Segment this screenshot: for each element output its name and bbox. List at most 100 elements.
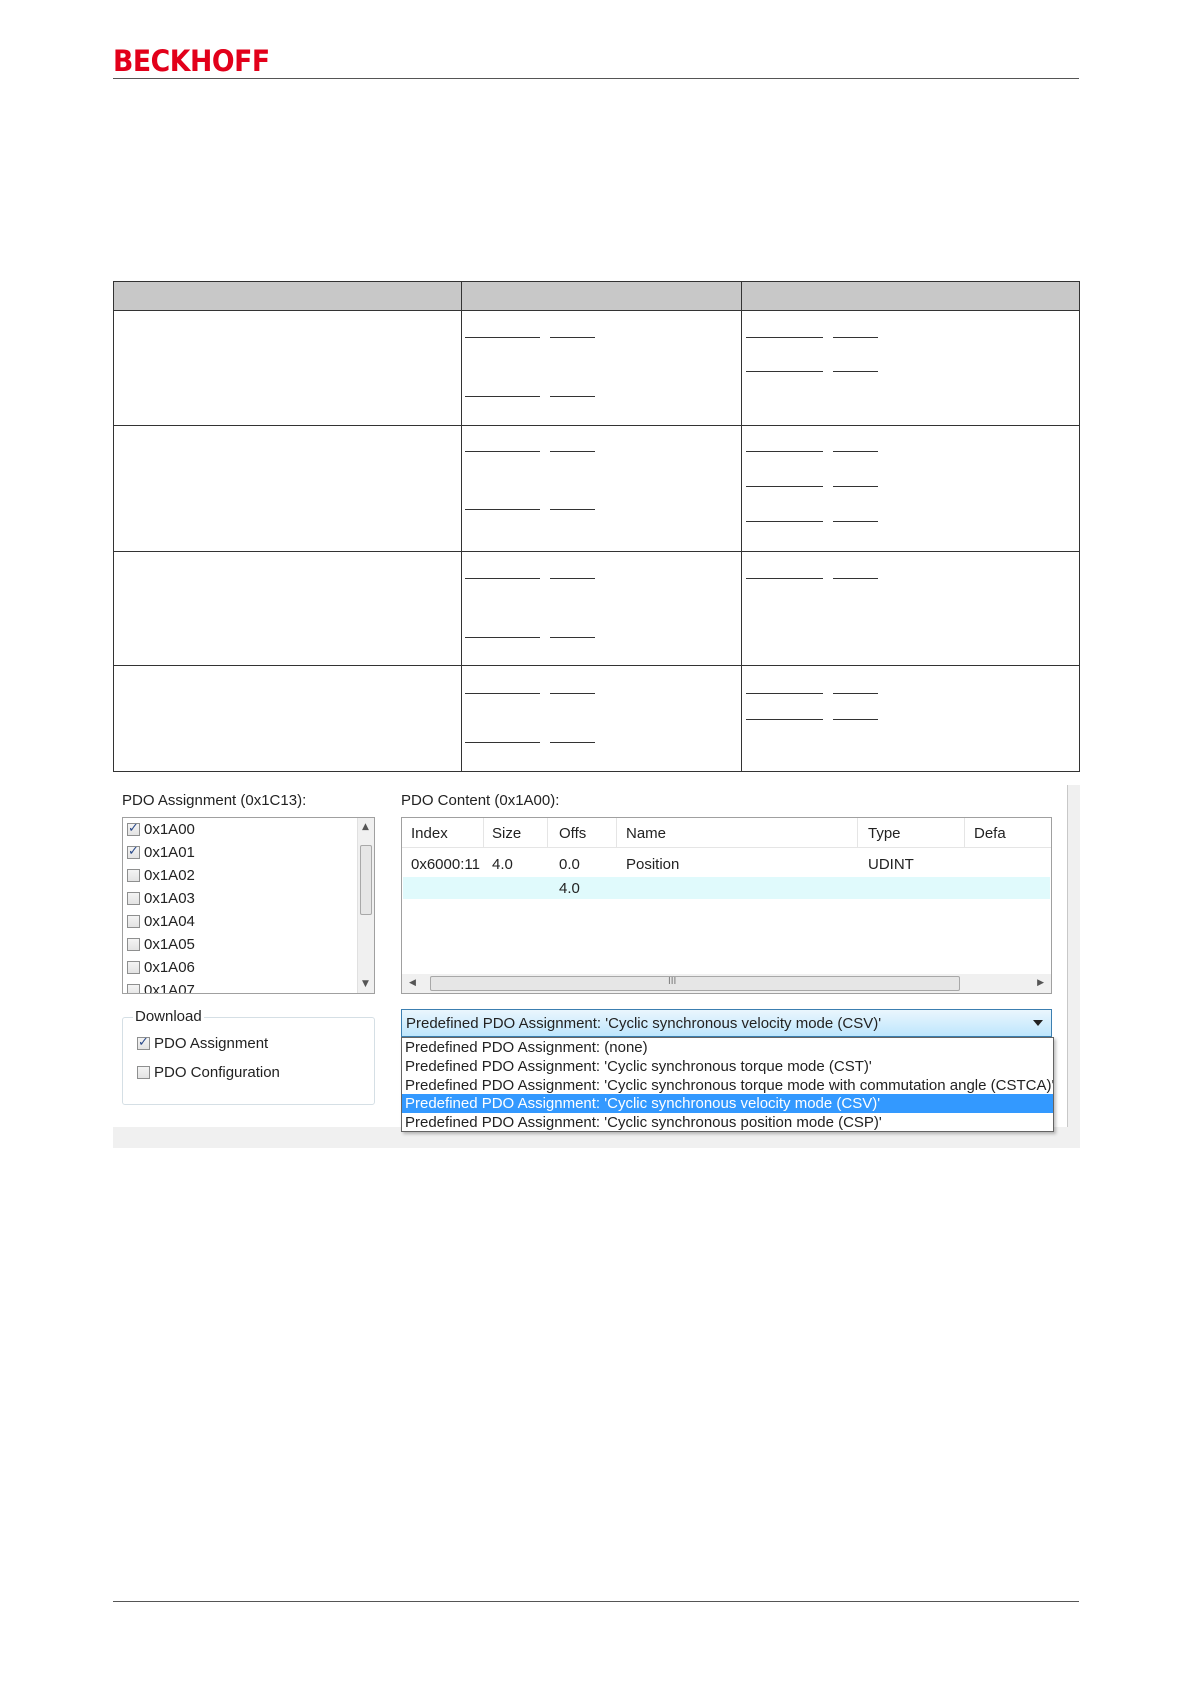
row-offs[interactable]: 4.0 <box>559 880 580 897</box>
scroll-left-arrow-icon[interactable]: ◀ <box>409 978 416 988</box>
pdo-content-grid[interactable]: Index Size Offs Name Type Defa 0x6000:11… <box>401 817 1052 994</box>
checkbox-checked-icon[interactable] <box>127 844 140 859</box>
list-item[interactable]: 0x1A03 <box>127 887 195 909</box>
checkbox-icon[interactable] <box>137 1065 150 1079</box>
checkbox-icon[interactable] <box>127 960 140 974</box>
grip-icon: III <box>668 976 677 987</box>
link-placeholder[interactable] <box>550 578 595 579</box>
list-item[interactable]: 0x1A01 <box>127 841 195 863</box>
pdo-assignment-download-checkbox[interactable]: PDO Assignment <box>137 1032 268 1054</box>
header-rule <box>113 78 1079 79</box>
link-placeholder[interactable] <box>746 486 823 487</box>
list-item-label: 0x1A05 <box>144 935 195 953</box>
link-placeholder[interactable] <box>833 486 878 487</box>
list-item[interactable]: 0x1A07 <box>127 979 195 993</box>
table-row-divider <box>114 551 1079 552</box>
column-header-default[interactable]: Defa <box>974 825 1006 842</box>
scroll-down-arrow-icon[interactable]: ▼ <box>362 979 369 989</box>
list-item-label: 0x1A01 <box>144 843 195 861</box>
link-placeholder[interactable] <box>465 396 540 397</box>
predefined-pdo-combobox[interactable]: Predefined PDO Assignment: 'Cyclic synch… <box>401 1009 1052 1037</box>
dropdown-option[interactable]: Predefined PDO Assignment: (none) <box>402 1038 1053 1057</box>
scroll-right-arrow-icon[interactable]: ▶ <box>1037 978 1044 988</box>
pdo-assignment-list[interactable]: 0x1A00 0x1A01 0x1A02 0x1A03 0x1A04 0x1A0… <box>122 817 375 994</box>
column-header-type[interactable]: Type <box>868 825 901 842</box>
row-size[interactable]: 4.0 <box>492 856 513 873</box>
link-placeholder[interactable] <box>550 451 595 452</box>
row-type[interactable]: UDINT <box>868 856 914 873</box>
dropdown-option[interactable]: Predefined PDO Assignment: 'Cyclic synch… <box>402 1113 1053 1131</box>
link-placeholder[interactable] <box>833 337 878 338</box>
process-data-pane: PDO Assignment (0x1C13): 0x1A00 0x1A01 0… <box>113 785 1067 1132</box>
row-offs[interactable]: 0.0 <box>559 856 580 873</box>
link-placeholder[interactable] <box>746 337 823 338</box>
link-placeholder[interactable] <box>550 742 595 743</box>
checkbox-checked-icon[interactable] <box>127 821 140 836</box>
link-placeholder[interactable] <box>465 742 540 743</box>
link-placeholder[interactable] <box>833 719 878 720</box>
link-placeholder[interactable] <box>465 509 540 510</box>
checkbox-icon[interactable] <box>127 868 140 882</box>
pdo-content-label: PDO Content (0x1A00): <box>401 792 560 809</box>
row-name[interactable]: Position <box>626 856 679 873</box>
column-header-name[interactable]: Name <box>626 825 666 842</box>
dropdown-option[interactable]: Predefined PDO Assignment: 'Cyclic synch… <box>402 1076 1053 1095</box>
link-placeholder[interactable] <box>550 693 595 694</box>
link-placeholder[interactable] <box>550 509 595 510</box>
download-legend: Download <box>133 1008 204 1025</box>
link-placeholder[interactable] <box>746 578 823 579</box>
download-group: Download PDO Assignment PDO Configuratio… <box>122 1008 375 1105</box>
vertical-scrollbar[interactable]: ▲ ▼ <box>357 818 374 993</box>
link-placeholder[interactable] <box>833 371 878 372</box>
link-placeholder[interactable] <box>746 371 823 372</box>
link-placeholder[interactable] <box>833 451 878 452</box>
checkbox-icon[interactable] <box>127 914 140 928</box>
horizontal-scrollbar[interactable]: ◀ III ▶ <box>402 974 1051 993</box>
link-placeholder[interactable] <box>746 693 823 694</box>
predefined-pdo-dropdown[interactable]: Predefined PDO Assignment: (none) Predef… <box>401 1037 1054 1132</box>
link-placeholder[interactable] <box>833 578 878 579</box>
list-item-label: 0x1A03 <box>144 889 195 907</box>
table-header-row <box>114 282 1079 311</box>
list-item-label: 0x1A00 <box>144 820 195 838</box>
column-header-offs[interactable]: Offs <box>559 825 586 842</box>
link-placeholder[interactable] <box>550 396 595 397</box>
grid-header: Index Size Offs Name Type Defa <box>402 818 1051 848</box>
checkbox-icon[interactable] <box>127 891 140 905</box>
column-header-index[interactable]: Index <box>411 825 448 842</box>
link-placeholder[interactable] <box>746 719 823 720</box>
table-row-highlight[interactable] <box>403 877 1050 899</box>
dropdown-option-selected[interactable]: Predefined PDO Assignment: 'Cyclic synch… <box>402 1094 1053 1113</box>
link-placeholder[interactable] <box>465 578 540 579</box>
checkbox-icon[interactable] <box>127 937 140 951</box>
list-item-label: 0x1A06 <box>144 958 195 976</box>
link-placeholder[interactable] <box>465 451 540 452</box>
list-item[interactable]: 0x1A05 <box>127 933 195 955</box>
column-header-size[interactable]: Size <box>492 825 521 842</box>
dropdown-option[interactable]: Predefined PDO Assignment: 'Cyclic synch… <box>402 1057 1053 1076</box>
table-column-divider <box>461 282 462 771</box>
list-item[interactable]: 0x1A06 <box>127 956 195 978</box>
link-placeholder[interactable] <box>465 637 540 638</box>
list-item[interactable]: 0x1A00 <box>127 818 195 840</box>
dropdown-caret-icon[interactable] <box>1033 1020 1043 1026</box>
link-placeholder[interactable] <box>746 521 823 522</box>
scrollbar-thumb[interactable]: III <box>430 976 960 991</box>
scrollbar-thumb[interactable] <box>360 845 372 915</box>
checkbox-label: PDO Assignment <box>154 1034 269 1052</box>
link-placeholder[interactable] <box>833 693 878 694</box>
list-item[interactable]: 0x1A02 <box>127 864 195 886</box>
link-placeholder[interactable] <box>550 637 595 638</box>
link-placeholder[interactable] <box>465 337 540 338</box>
list-item[interactable]: 0x1A04 <box>127 910 195 932</box>
pdo-configuration-download-checkbox[interactable]: PDO Configuration <box>137 1061 280 1083</box>
checkbox-icon[interactable] <box>127 983 140 993</box>
scroll-up-arrow-icon[interactable]: ▲ <box>362 822 369 832</box>
row-index[interactable]: 0x6000:11 <box>411 856 480 873</box>
link-placeholder[interactable] <box>465 693 540 694</box>
checkbox-checked-icon[interactable] <box>137 1035 150 1050</box>
link-placeholder[interactable] <box>550 337 595 338</box>
link-placeholder[interactable] <box>746 451 823 452</box>
link-placeholder[interactable] <box>833 521 878 522</box>
list-item-label: 0x1A02 <box>144 866 195 884</box>
